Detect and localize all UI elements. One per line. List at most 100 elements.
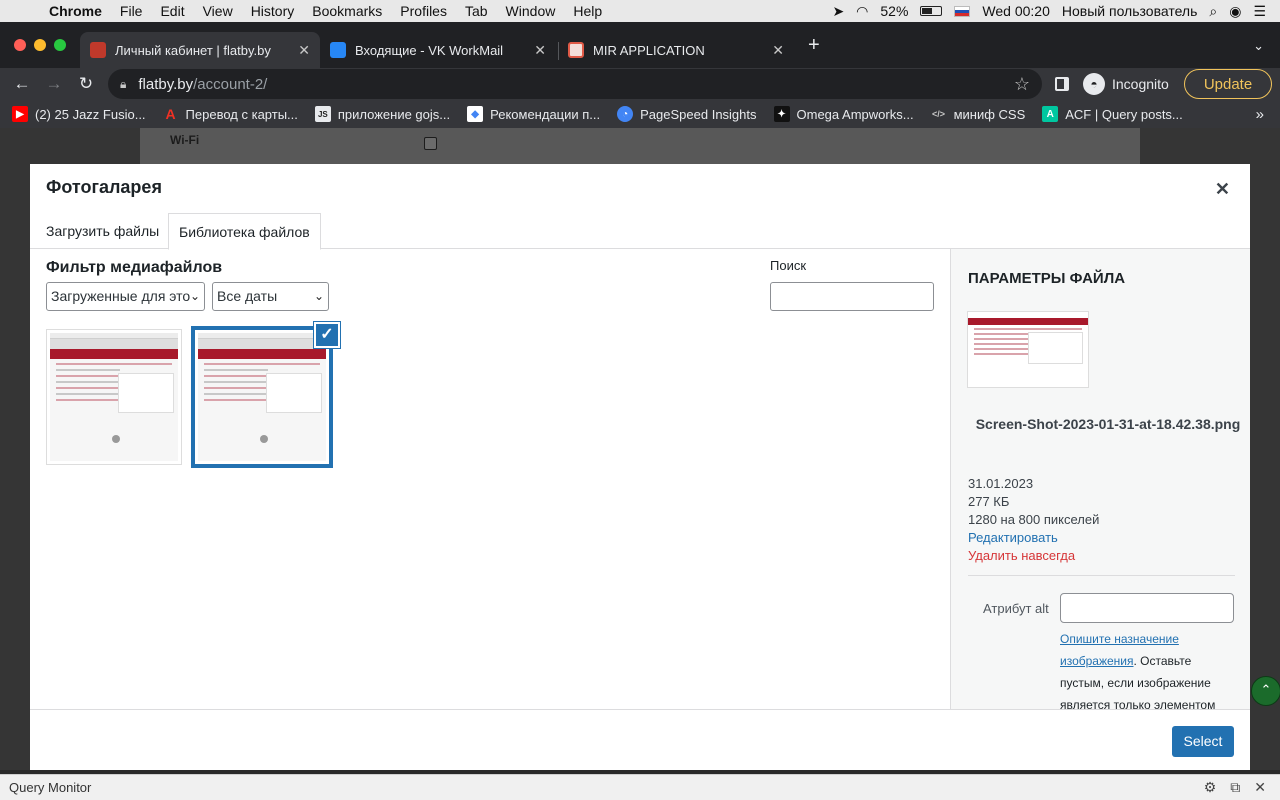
input-source-flag-icon[interactable] bbox=[954, 5, 971, 17]
details-date: 31.01.2023 bbox=[968, 476, 1034, 491]
filter-title: Фильтр медиафайлов bbox=[46, 259, 223, 276]
attachment-thumbnail bbox=[50, 333, 178, 461]
browser-toolbar: ← → ↻ 🔒︎ flatby.by/account-2/ ☆ ◓ Incogn… bbox=[0, 68, 1280, 100]
toolbar-right: ◓ Incognito bbox=[1055, 68, 1169, 100]
location-icon[interactable]: ➤ bbox=[832, 3, 844, 20]
bookmark-label: ACF | Query posts... bbox=[1065, 106, 1183, 122]
alt-text-label: Атрибут alt bbox=[983, 601, 1049, 616]
search-input[interactable] bbox=[770, 282, 934, 311]
menu-tab[interactable]: Tab bbox=[456, 3, 497, 19]
menu-edit[interactable]: Edit bbox=[151, 3, 193, 19]
tab-flatby[interactable]: Личный кабинет | flatby.by ✕ bbox=[80, 32, 320, 68]
menu-window[interactable]: Window bbox=[497, 3, 565, 19]
wifi-field-label: Wi-Fi bbox=[170, 133, 200, 147]
modal-title: Фотогаларея bbox=[46, 177, 162, 197]
bookmark-item[interactable]: JS приложение gojs... bbox=[314, 106, 451, 122]
details-thumbnail bbox=[968, 312, 1088, 387]
tab-search-chevron-icon[interactable]: ⌄ bbox=[1253, 38, 1264, 54]
menu-user-name[interactable]: Новый пользователь bbox=[1062, 3, 1197, 19]
menu-bar-status: ➤ ◠ 52% Wed 00:20 Новый пользователь ⌕ ◉… bbox=[832, 3, 1280, 20]
bookmark-label: миниф CSS bbox=[953, 106, 1026, 122]
menu-bookmarks[interactable]: Bookmarks bbox=[303, 3, 391, 19]
date-filter-select[interactable]: Все даты ⌄ bbox=[212, 282, 329, 311]
bookmark-item[interactable]: A ACF | Query posts... bbox=[1042, 106, 1183, 122]
incognito-label: Incognito bbox=[1112, 76, 1169, 92]
update-button[interactable]: Update bbox=[1184, 69, 1272, 99]
forward-icon[interactable]: → bbox=[38, 74, 70, 94]
side-panel-icon[interactable] bbox=[1055, 77, 1069, 91]
battery-percent: 52% bbox=[880, 3, 909, 19]
bookmark-label: (2) 25 Jazz Fusio... bbox=[35, 106, 146, 122]
attachment-thumbnail bbox=[198, 333, 326, 461]
control-center-icon[interactable]: ☰ bbox=[1253, 3, 1266, 20]
tab-mir-application[interactable]: MIR APPLICATION ✕ bbox=[558, 32, 794, 68]
battery-icon[interactable] bbox=[920, 6, 943, 16]
pagespeed-icon: ◔ bbox=[617, 106, 634, 122]
new-tab-icon[interactable]: + bbox=[808, 34, 820, 57]
bookmark-item[interactable]: ◆ Рекомендации п... bbox=[467, 106, 600, 122]
menu-app-name[interactable]: Chrome bbox=[40, 3, 111, 19]
close-panel-icon[interactable]: ✕ bbox=[1254, 779, 1266, 796]
bookmark-item[interactable]: </> миниф CSS bbox=[931, 106, 1026, 122]
macos-menu-bar: Chrome File Edit View History Bookmarks … bbox=[0, 0, 1280, 22]
minimize-window-icon[interactable] bbox=[34, 39, 46, 51]
media-attachment[interactable] bbox=[46, 329, 182, 465]
close-tab-icon[interactable]: ✕ bbox=[772, 42, 784, 59]
menu-file[interactable]: File bbox=[111, 3, 152, 19]
menu-clock[interactable]: Wed 00:20 bbox=[982, 3, 1049, 19]
toggle-position-icon[interactable]: ⧉ bbox=[1230, 779, 1240, 796]
wifi-icon[interactable]: ◠ bbox=[856, 3, 868, 20]
flatby-icon bbox=[90, 42, 106, 58]
close-tab-icon[interactable]: ✕ bbox=[298, 42, 310, 59]
delete-permanently-link[interactable]: Удалить навсегда bbox=[968, 547, 1099, 565]
bookmark-item[interactable]: ▶ (2) 25 Jazz Fusio... bbox=[12, 106, 146, 122]
query-monitor-label[interactable]: Query Monitor bbox=[9, 780, 91, 795]
code-icon: </> bbox=[932, 109, 946, 119]
menu-view[interactable]: View bbox=[194, 3, 242, 19]
tab-vk-workmail[interactable]: Входящие - VK WorkMail ✕ bbox=[320, 32, 556, 68]
bookmark-label: приложение gojs... bbox=[337, 106, 451, 122]
select-button[interactable]: Select bbox=[1172, 726, 1234, 757]
back-icon[interactable]: ← bbox=[6, 74, 38, 94]
menu-history[interactable]: History bbox=[242, 3, 304, 19]
url-path: /account-2/ bbox=[193, 75, 268, 93]
checkmark-icon[interactable]: ✓ bbox=[314, 322, 340, 348]
bookmark-star-icon[interactable]: ☆ bbox=[1014, 74, 1030, 95]
media-modal: Фотогаларея ✕ Загрузить файлы Библиотека… bbox=[30, 164, 1250, 770]
tab-media-library[interactable]: Библиотека файлов bbox=[168, 213, 321, 250]
close-icon[interactable]: ✕ bbox=[1215, 179, 1230, 200]
bookmark-label: Рекомендации п... bbox=[490, 106, 601, 122]
vk-workmail-icon bbox=[330, 42, 346, 58]
media-attachment-selected[interactable] bbox=[194, 329, 330, 465]
settings-gear-icon[interactable]: ⚙ bbox=[1204, 779, 1217, 796]
spotlight-search-icon[interactable]: ⌕ bbox=[1209, 3, 1217, 20]
modal-tabs: Загрузить файлы Библиотека файлов bbox=[30, 213, 1250, 250]
close-tab-icon[interactable]: ✕ bbox=[534, 42, 546, 59]
address-bar[interactable]: 🔒︎ flatby.by/account-2/ ☆ bbox=[108, 69, 1042, 99]
close-window-icon[interactable] bbox=[14, 39, 26, 51]
bookmarks-overflow-icon[interactable]: » bbox=[1256, 106, 1264, 123]
alt-text-input[interactable] bbox=[1060, 593, 1234, 623]
query-monitor-controls: ⚙ ⧉ ✕ bbox=[1204, 779, 1266, 796]
modal-footer: Select bbox=[30, 709, 1250, 770]
menu-profiles[interactable]: Profiles bbox=[391, 3, 456, 19]
maximize-window-icon[interactable] bbox=[54, 39, 66, 51]
bookmark-item[interactable]: ✦ Omega Ampworks... bbox=[773, 106, 914, 122]
siri-icon[interactable]: ◉ bbox=[1229, 3, 1241, 20]
scroll-up-icon[interactable]: ⌃ bbox=[1251, 676, 1280, 706]
bookmark-item[interactable]: A Перевод с карты... bbox=[163, 106, 298, 122]
reload-icon[interactable]: ↻ bbox=[70, 74, 102, 94]
bookmark-label: Перевод с карты... bbox=[185, 106, 298, 122]
details-size: 277 КБ bbox=[968, 494, 1010, 509]
edit-image-link[interactable]: Редактировать bbox=[968, 529, 1099, 547]
chevron-down-icon: ⌄ bbox=[189, 289, 200, 303]
incognito-indicator[interactable]: ◓ Incognito bbox=[1083, 73, 1169, 95]
menu-help[interactable]: Help bbox=[564, 3, 611, 19]
media-type-select[interactable]: Загруженные для это ⌄ bbox=[46, 282, 205, 311]
bookmark-item[interactable]: ◔ PageSpeed Insights bbox=[617, 106, 757, 122]
details-divider bbox=[968, 575, 1235, 576]
bookmark-label: PageSpeed Insights bbox=[640, 106, 757, 122]
alfa-icon: A bbox=[165, 106, 176, 122]
lock-icon[interactable]: 🔒︎ bbox=[120, 77, 126, 92]
tab-upload-files[interactable]: Загрузить файлы bbox=[36, 213, 169, 249]
